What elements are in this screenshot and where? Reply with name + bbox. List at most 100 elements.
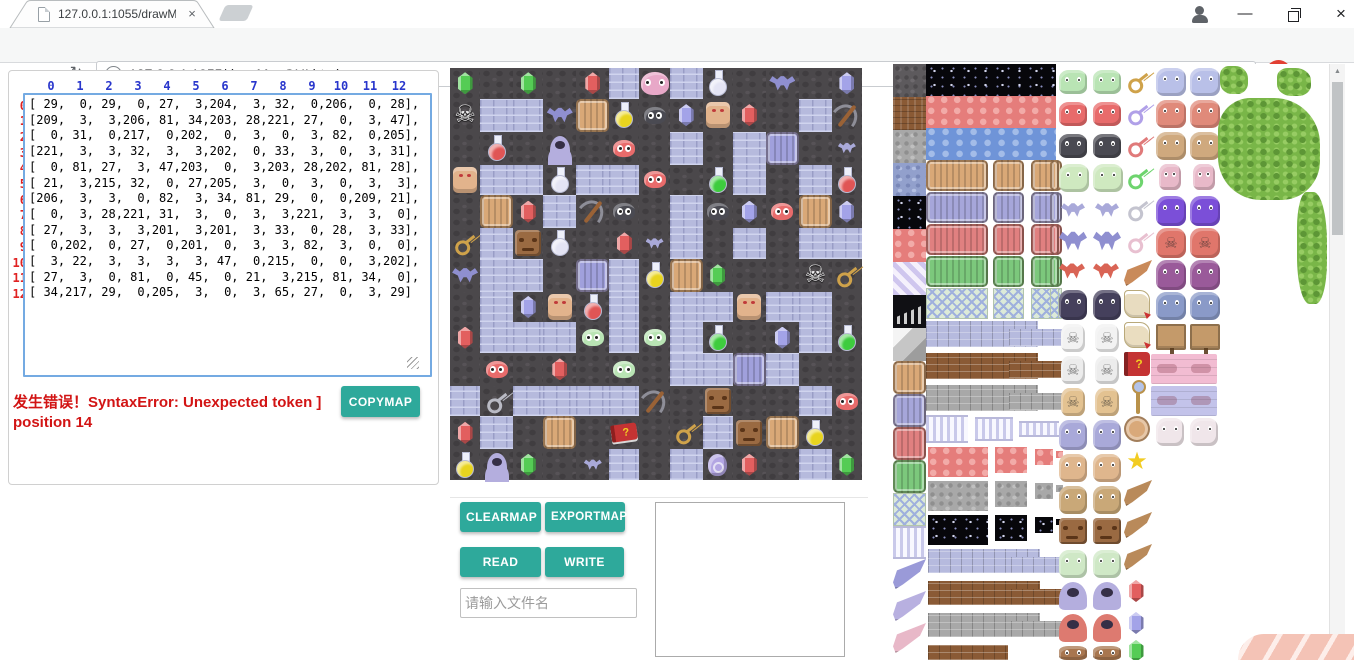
tileset-mob-tile[interactable] (1156, 418, 1184, 446)
tileset-mob-tile[interactable] (1093, 486, 1121, 514)
tileset-mob-tile[interactable] (1059, 134, 1087, 158)
map-tile-brick-wall[interactable] (513, 99, 543, 132)
map-tile-brick-wall[interactable] (733, 165, 766, 196)
tileset-door-tile[interactable] (1050, 224, 1059, 255)
map-tile-red-gem[interactable] (513, 195, 543, 228)
map-tile-ghost[interactable] (543, 132, 576, 165)
map-tile-floor[interactable] (733, 322, 766, 353)
map-tile-floor[interactable] (450, 353, 480, 386)
tileset-door-tile[interactable] (893, 460, 926, 493)
tileset-mob-tile[interactable] (1059, 420, 1087, 450)
tileset-star-tile[interactable] (1035, 517, 1053, 533)
map-tile-spell-book[interactable]: ? (609, 416, 639, 449)
map-tile-brick-wall[interactable] (480, 416, 513, 449)
tileset-key-tile[interactable] (1123, 100, 1153, 126)
map-tile-totem-head[interactable] (513, 228, 543, 259)
map-tile-pickaxe[interactable] (576, 195, 609, 228)
tileset-mob-tile[interactable] (1190, 196, 1220, 226)
write-button[interactable]: WRITE (545, 547, 624, 577)
map-tile-totem-head[interactable] (703, 386, 733, 417)
map-tile-brick-wall[interactable] (733, 228, 766, 259)
map-tile-floor[interactable] (733, 259, 766, 292)
map-tile-purple-gem[interactable] (513, 292, 543, 323)
map-tile-black-slime[interactable] (639, 99, 669, 132)
map-tile-floor[interactable] (513, 353, 543, 386)
map-tile-floor[interactable] (639, 195, 669, 228)
tileset-wing-tile[interactable] (1124, 260, 1152, 286)
map-tile-yellow-potion[interactable] (609, 99, 639, 132)
tileset-pillars-tile[interactable] (975, 417, 1013, 441)
tileset-bat-tile[interactable] (1093, 230, 1121, 252)
tileset-door-tile[interactable] (1050, 160, 1059, 191)
tileset-mob-tile[interactable] (1059, 550, 1087, 578)
map-tile-green-gem[interactable] (513, 68, 543, 99)
map-tile-small-bat[interactable] (639, 228, 669, 259)
map-tile-purple-gem[interactable] (766, 322, 799, 353)
tileset-gstone-tile[interactable] (995, 481, 1027, 507)
tileset-staritem-tile[interactable]: ★ (1126, 450, 1148, 474)
map-tile-brick-wall[interactable] (609, 449, 639, 480)
map-tile-floor[interactable] (733, 386, 766, 417)
map-tile-red-potion[interactable] (832, 165, 862, 196)
map-tile-green-potion[interactable] (832, 322, 862, 353)
map-tile-brick-wall[interactable] (543, 195, 576, 228)
map-tile-tan-door[interactable] (766, 416, 799, 449)
map-tile-brick-wall[interactable] (576, 386, 609, 417)
map-tile-brick-wall[interactable] (576, 165, 609, 196)
map-tile-floor[interactable] (639, 353, 669, 386)
tileset-staff-tile[interactable] (1126, 380, 1148, 412)
map-tile-floor[interactable] (576, 416, 609, 449)
map-tile-blue-door[interactable] (733, 353, 766, 386)
map-tile-red-slime[interactable] (609, 132, 639, 165)
tileset-redt-tile[interactable] (1035, 449, 1053, 465)
tileset-wing-tile[interactable] (1124, 480, 1152, 506)
tileset-lattice-tile[interactable] (1050, 288, 1059, 319)
tileset-mob-tile[interactable]: ☠ (1156, 228, 1186, 258)
map-tile-yellow-potion[interactable] (450, 449, 480, 480)
read-button[interactable]: READ (460, 547, 541, 577)
map-tile-brick-wall[interactable] (480, 228, 513, 259)
tileset-mob-tile[interactable] (1093, 70, 1121, 94)
tileset-coin-tile[interactable] (1124, 416, 1150, 442)
map-tile-floor[interactable] (576, 132, 609, 165)
map-tile-pickaxe[interactable] (639, 386, 669, 417)
scrollbar-up-arrow-icon[interactable]: ▲ (1330, 64, 1345, 80)
map-tile-floor[interactable] (766, 99, 799, 132)
map-tile-floor[interactable] (639, 292, 669, 323)
tileset-pillars-tile[interactable] (926, 415, 968, 443)
map-tile-brick-wall[interactable] (670, 228, 703, 259)
tileset-mob-tile[interactable]: ☠ (1061, 324, 1085, 352)
tileset-door-tile[interactable] (926, 224, 988, 255)
tileset-mob-tile[interactable] (1156, 196, 1186, 226)
tileset-tree-tile[interactable] (1218, 98, 1320, 200)
tileset-door-tile[interactable] (1050, 256, 1059, 287)
tileset-totem-tile[interactable] (1093, 518, 1121, 544)
map-tile-brick-wall[interactable] (799, 99, 832, 132)
tileset-gstone-tile[interactable] (893, 130, 926, 163)
map-tile-floor[interactable] (670, 386, 703, 417)
tileset-star-tile[interactable] (995, 515, 1027, 541)
map-tile-red-slime[interactable] (766, 195, 799, 228)
tileset-door-tile[interactable] (893, 427, 926, 460)
map-tile-brick-wall[interactable] (450, 386, 480, 417)
map-tile-brick-wall[interactable] (799, 228, 832, 259)
map-tile-red-gem[interactable] (609, 228, 639, 259)
map-tile-red-gem[interactable] (733, 99, 766, 132)
tileset-mob-tile[interactable] (1093, 164, 1123, 192)
map-tile-brick-wall[interactable] (543, 322, 576, 353)
tileset-ghost-tile[interactable] (1059, 582, 1087, 610)
map-tile-golem[interactable] (543, 292, 576, 323)
map-tile-floor[interactable] (799, 68, 832, 99)
map-tile-red-slime[interactable] (639, 165, 669, 196)
tileset-key-tile[interactable] (1123, 164, 1153, 190)
map-tile-small-bat[interactable] (832, 132, 862, 165)
tileset-mob-tile[interactable] (1093, 646, 1121, 660)
tileset-key-tile[interactable] (1123, 132, 1153, 158)
tileset-mob-tile[interactable] (1059, 486, 1087, 514)
map-tile-brick-wall[interactable] (513, 165, 543, 196)
map-tile-brick-wall[interactable] (703, 416, 733, 449)
map-tile-gold-key[interactable] (670, 416, 703, 449)
map-tile-big-bat[interactable] (766, 68, 799, 99)
map-tile-floor[interactable] (766, 449, 799, 480)
tileset-pillars-tile[interactable] (893, 526, 926, 559)
